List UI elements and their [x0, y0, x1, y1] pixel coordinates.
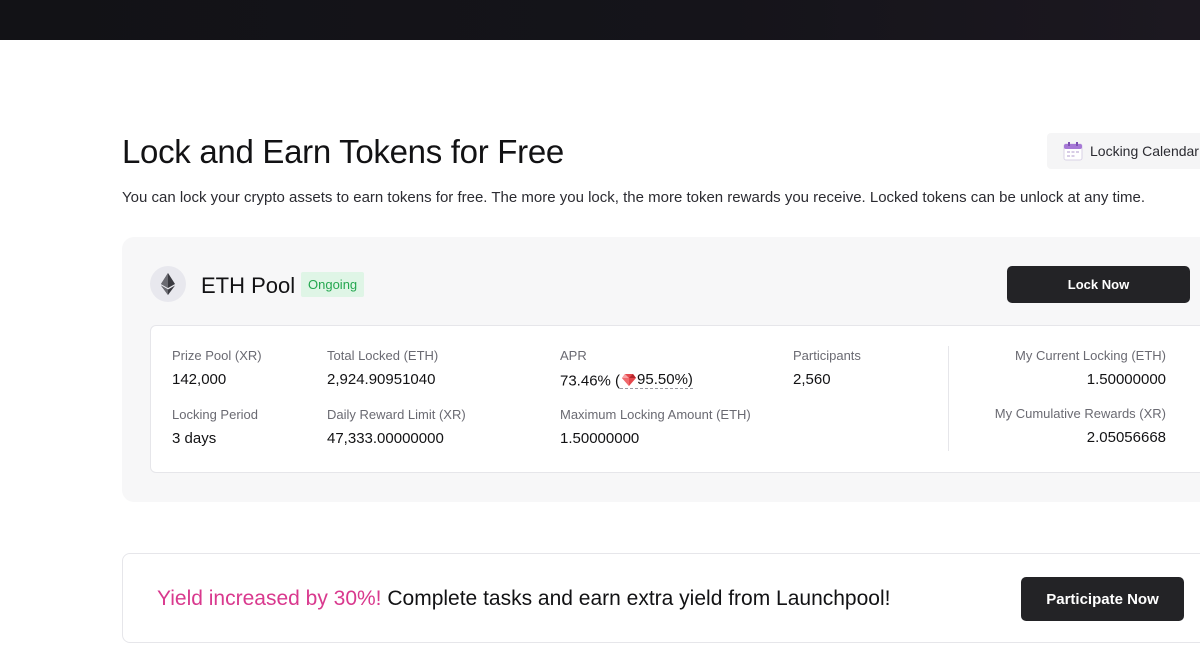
my-cumulative-rewards-label: My Cumulative Rewards (XR)	[994, 406, 1166, 421]
locking-period-stat: Locking Period 3 days	[172, 407, 258, 447]
page-subtitle: You can lock your crypto assets to earn …	[122, 189, 1146, 206]
participants-stat: Participants 2,560	[793, 348, 861, 388]
apr-stat: APR 73.46% ( 95.50%)	[560, 348, 693, 390]
my-cumulative-rewards-value: 2.05056668	[1086, 429, 1166, 446]
locking-period-label: Locking Period	[172, 407, 258, 422]
apr-base-value: 73.46% (	[560, 372, 621, 390]
pool-stats: Prize Pool (XR) 142,000 Locking Period 3…	[150, 325, 1200, 473]
participants-value: 2,560	[793, 371, 831, 388]
apr-label: APR	[560, 348, 587, 363]
apr-boosted-value: 95.50%)	[637, 371, 693, 388]
daily-reward-limit-value: 47,333.00000000	[327, 430, 444, 447]
max-locking-amount-value: 1.50000000	[560, 430, 640, 447]
locking-calendar-label: Locking Calendar	[1090, 143, 1199, 159]
promo-highlight: Yield increased by 30%!	[157, 587, 382, 610]
page-title: Lock and Earn Tokens for Free	[122, 133, 564, 170]
max-locking-amount-stat: Maximum Locking Amount (ETH) 1.50000000	[560, 407, 751, 447]
my-current-locking-value: 1.50000000	[1086, 371, 1166, 388]
prize-pool-stat: Prize Pool (XR) 142,000	[172, 348, 262, 388]
pool-name: ETH Pool	[201, 273, 296, 298]
participate-now-button[interactable]: Participate Now	[1021, 577, 1184, 621]
my-cumulative-rewards-stat: My Cumulative Rewards (XR) 2.05056668	[995, 406, 1166, 446]
apr-value: 73.46% ( 95.50%)	[560, 371, 693, 390]
prize-pool-label: Prize Pool (XR)	[172, 348, 262, 363]
launchpool-promo-banner: Yield increased by 30%! Complete tasks a…	[122, 553, 1200, 643]
promo-message: Complete tasks and earn extra yield from…	[381, 587, 891, 610]
total-locked-stat: Total Locked (ETH) 2,924.90951040	[327, 348, 438, 388]
my-current-locking-stat: My Current Locking (ETH) 1.50000000	[1015, 348, 1166, 388]
stats-divider	[948, 346, 949, 451]
ethereum-icon	[150, 266, 186, 302]
calendar-icon	[1063, 141, 1083, 161]
gem-icon	[622, 373, 637, 386]
participants-label: Participants	[793, 348, 861, 363]
lock-now-button[interactable]: Lock Now	[1007, 266, 1190, 303]
daily-reward-limit-stat: Daily Reward Limit (XR) 47,333.00000000	[327, 407, 466, 447]
prize-pool-value: 142,000	[172, 371, 227, 388]
locking-calendar-button[interactable]: Locking Calendar	[1047, 133, 1200, 169]
top-navigation-bar	[0, 0, 1200, 40]
status-badge: Ongoing	[301, 272, 365, 297]
total-locked-label: Total Locked (ETH)	[327, 348, 439, 363]
daily-reward-limit-label: Daily Reward Limit (XR)	[327, 407, 466, 422]
eth-pool-card: ETH Pool Ongoing Lock Now Prize Pool (XR…	[122, 237, 1200, 502]
apr-boost-tooltip-trigger[interactable]: 95.50%)	[620, 371, 693, 389]
total-locked-value: 2,924.90951040	[327, 371, 436, 388]
promo-text: Yield increased by 30%! Complete tasks a…	[157, 587, 890, 611]
locking-period-value: 3 days	[172, 430, 217, 447]
my-current-locking-label: My Current Locking (ETH)	[1015, 348, 1166, 363]
max-locking-amount-label: Maximum Locking Amount (ETH)	[560, 407, 751, 422]
